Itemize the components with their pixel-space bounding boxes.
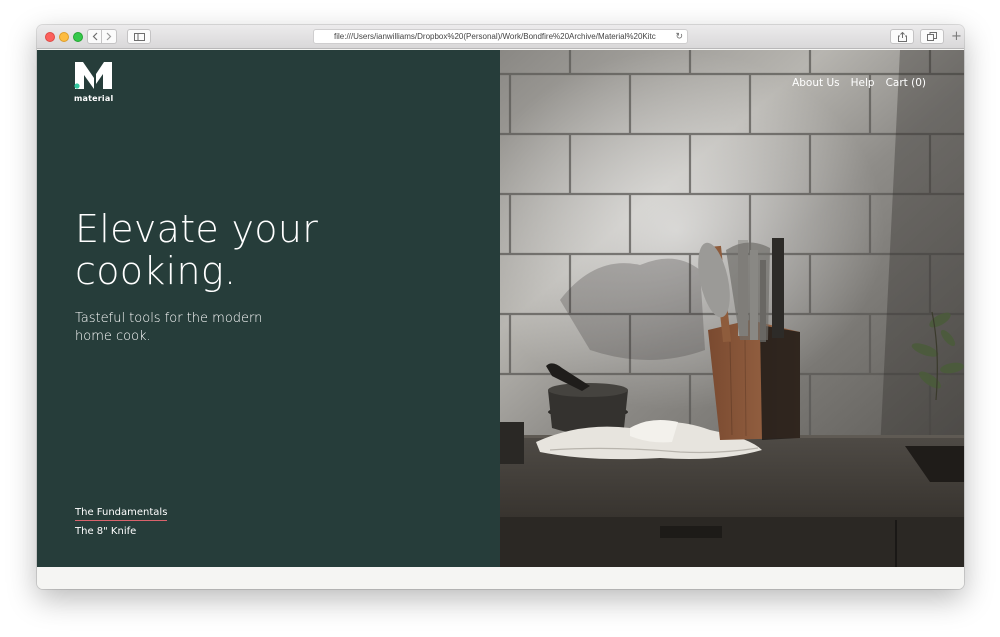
- zoom-window-button[interactable]: [73, 32, 83, 42]
- url-text: file:///Users/ianwilliams/Dropbox%20(Per…: [334, 32, 656, 41]
- browser-window: file:///Users/ianwilliams/Dropbox%20(Per…: [37, 25, 964, 589]
- share-button[interactable]: [890, 29, 914, 44]
- share-icon: [897, 31, 907, 42]
- kitchen-photo: [500, 50, 964, 567]
- sidebar-icon: [133, 32, 145, 41]
- plus-icon: +: [951, 29, 962, 44]
- sidebar-toggle-button[interactable]: [127, 29, 151, 44]
- hero-title: Elevate your cooking.: [75, 207, 319, 293]
- link-the-fundamentals[interactable]: The Fundamentals: [75, 507, 168, 521]
- hero-image: About Us Help Cart (0): [500, 50, 964, 567]
- close-window-button[interactable]: [45, 32, 55, 42]
- nav-about-us[interactable]: About Us: [792, 77, 840, 89]
- chevron-left-icon: [92, 32, 97, 41]
- nav-cart[interactable]: Cart (0): [886, 77, 926, 89]
- nav-help[interactable]: Help: [851, 77, 875, 89]
- reload-icon[interactable]: ↻: [675, 30, 683, 43]
- hero-subtitle: Tasteful tools for the modern home cook.: [75, 311, 263, 344]
- hero-panel: material Elevate your cooking. Tasteful …: [37, 50, 500, 567]
- address-bar[interactable]: file:///Users/ianwilliams/Dropbox%20(Per…: [313, 29, 688, 44]
- link-8-inch-knife[interactable]: The 8" Knife: [75, 526, 136, 537]
- browser-toolbar: file:///Users/ianwilliams/Dropbox%20(Per…: [37, 25, 964, 49]
- minimize-window-button[interactable]: [59, 32, 69, 42]
- new-tab-button[interactable]: +: [949, 29, 964, 45]
- page-footer-strip: [37, 567, 964, 589]
- back-button[interactable]: [87, 29, 102, 44]
- tabs-icon: [927, 32, 937, 41]
- show-tabs-button[interactable]: [920, 29, 944, 44]
- chevron-right-icon: [106, 32, 112, 41]
- top-nav: About Us Help Cart (0): [792, 77, 926, 89]
- brand-name: material: [74, 94, 114, 103]
- forward-button[interactable]: [102, 29, 117, 44]
